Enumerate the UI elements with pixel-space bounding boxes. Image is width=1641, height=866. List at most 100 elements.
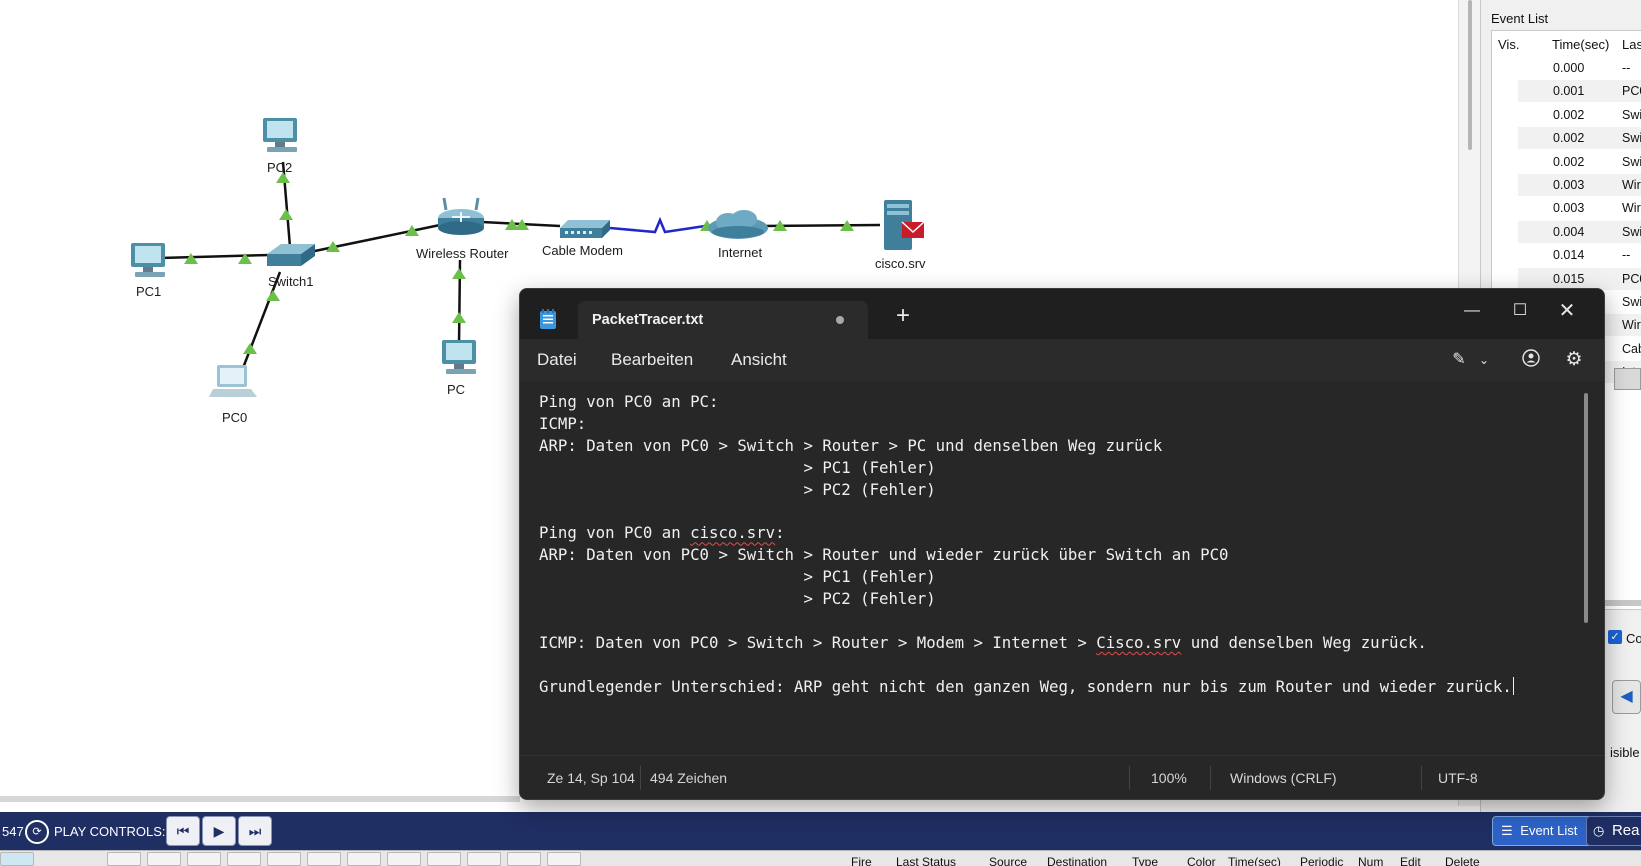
pdu-column-header[interactable]: Color — [1187, 855, 1216, 866]
pdu-column-header[interactable]: Source — [989, 855, 1027, 866]
play-button[interactable]: ▶ — [202, 816, 236, 846]
pc1-device-icon — [131, 243, 165, 277]
event-time: 0.015 — [1553, 271, 1585, 286]
device-category-icon[interactable] — [0, 852, 34, 866]
event-time: 0.000 — [1553, 61, 1585, 75]
event-list-title: Event List — [1491, 11, 1549, 26]
encoding[interactable]: UTF-8 — [1438, 770, 1478, 786]
event-time: 0.003 — [1553, 201, 1585, 216]
new-tab-plus-icon[interactable]: + — [896, 304, 910, 328]
account-icon[interactable] — [1517, 347, 1545, 373]
connection-tool-serial-dce[interactable] — [387, 852, 421, 866]
pdu-column-header[interactable]: Periodic — [1300, 855, 1343, 866]
settings-gear-icon[interactable]: ⚙ — [1560, 347, 1588, 373]
internet-label: Internet — [718, 245, 763, 260]
event-list-scrollbar[interactable] — [1599, 600, 1641, 606]
zoom-level[interactable]: 100% — [1151, 770, 1187, 786]
event-last-device: -- — [1622, 61, 1631, 75]
spellcheck-word-cisco-srv-2[interactable]: Cisco.srv — [1096, 633, 1181, 652]
editor-content[interactable]: Ping von PC0 an PC: ICMP: ARP: Daten von… — [539, 391, 1514, 698]
connection-tool-console[interactable] — [147, 852, 181, 866]
connection-tool-usb[interactable] — [547, 852, 581, 866]
event-row[interactable]: 0.000 -- — [1518, 57, 1641, 79]
connection-tool-serial-dte[interactable] — [427, 852, 461, 866]
text-line-14: Grundlegender Unterschied: ARP geht nich… — [539, 676, 1512, 696]
text-line-9: > PC1 (Fehler) — [539, 567, 936, 587]
text-line-12c: und denselben Weg zurück. — [1181, 632, 1427, 652]
connection-tool-straight[interactable] — [187, 852, 221, 866]
text-line-3: ARP: Daten von PC0 > Switch > Router > P… — [539, 435, 1163, 455]
event-last-device: Wir — [1622, 178, 1641, 192]
pdu-column-header[interactable]: Type — [1132, 855, 1158, 866]
connection-tool-fiber[interactable] — [267, 852, 301, 866]
cable-modem-label: Cable Modem — [542, 243, 623, 258]
maximize-icon[interactable]: ☐ — [1505, 299, 1535, 323]
connection-tool-octal[interactable] — [467, 852, 501, 866]
connection-tool-cross[interactable] — [227, 852, 261, 866]
constant-delay-label: Co — [1626, 631, 1641, 646]
unsaved-indicator-icon[interactable] — [836, 316, 844, 324]
notepad-titlebar[interactable]: PacketTracer.txt + — ☐ ✕ — [520, 289, 1604, 339]
event-row[interactable]: 0.003 Wir — [1518, 174, 1641, 196]
event-selected-row-marker[interactable] — [1614, 368, 1641, 390]
text-line-7c: : — [775, 523, 785, 543]
line-ending[interactable]: Windows (CRLF) — [1230, 770, 1337, 786]
spellcheck-word-cisco-srv[interactable]: cisco.srv — [690, 523, 775, 542]
workspace-scroll-thumb[interactable] — [1468, 0, 1472, 150]
constant-delay-checkbox[interactable]: ✓ — [1608, 630, 1622, 644]
chevron-down-icon[interactable]: ⌄ — [1473, 347, 1495, 373]
realtime-button-label: Rea — [1611, 822, 1640, 839]
event-row[interactable]: 0.014 -- — [1518, 244, 1641, 266]
notepad-statusbar: Ze 14, Sp 104 494 Zeichen 100% Windows (… — [520, 755, 1604, 799]
pdu-column-header[interactable]: Destination — [1047, 855, 1107, 866]
connection-tool-phone[interactable] — [307, 852, 341, 866]
menu-datei[interactable]: Datei — [537, 350, 577, 370]
pc-device-icon — [442, 340, 476, 374]
realtime-mode-button[interactable]: ◷ Rea — [1586, 816, 1641, 846]
pdu-column-header[interactable]: Edit — [1400, 855, 1421, 866]
play-controls-label: PLAY CONTROLS: — [54, 824, 166, 839]
text-editor[interactable]: Ping von PC0 an PC: ICMP: ARP: Daten von… — [520, 381, 1604, 755]
pdu-column-header[interactable]: Fire — [851, 855, 872, 866]
event-row[interactable]: 0.001 PC0 — [1518, 80, 1641, 103]
event-column-vis[interactable]: Vis. — [1498, 37, 1519, 52]
event-time: 0.003 — [1553, 178, 1585, 192]
notepad-tab[interactable]: PacketTracer.txt — [578, 301, 868, 339]
pc2-label: PC2 — [267, 160, 293, 175]
workspace-horizontal-scrollbar[interactable] — [0, 796, 520, 802]
pc0-device-icon — [209, 365, 257, 397]
pc2-device-icon — [263, 118, 297, 152]
event-row[interactable]: 0.002 Swi — [1518, 127, 1641, 150]
event-column-time[interactable]: Time(sec) — [1552, 37, 1609, 52]
switch1-device-icon — [267, 244, 315, 266]
back-step-button[interactable]: ◀ — [1612, 680, 1641, 714]
event-row[interactable]: 0.003 Wir — [1518, 197, 1641, 219]
close-icon[interactable]: ✕ — [1552, 299, 1582, 323]
connection-tool-coax[interactable] — [347, 852, 381, 866]
status-separator — [1210, 766, 1211, 790]
event-row[interactable]: 0.015 PC0 — [1518, 267, 1641, 290]
pdu-column-header[interactable]: Num — [1358, 855, 1383, 866]
pc0-label: PC0 — [222, 410, 248, 425]
editor-scrollbar[interactable] — [1584, 393, 1588, 623]
step-back-button[interactable]: ⏮ — [166, 816, 200, 846]
step-forward-button[interactable]: ⏭ — [238, 816, 272, 846]
notepad-menubar: Datei Bearbeiten Ansicht ✎ ⌄ ⚙ — [520, 339, 1604, 381]
internet-cloud-icon — [708, 210, 768, 239]
status-separator — [1421, 766, 1422, 790]
menu-ansicht[interactable]: Ansicht — [731, 350, 787, 370]
menu-bearbeiten[interactable]: Bearbeiten — [611, 350, 693, 370]
event-row[interactable]: 0.002 Swi — [1518, 151, 1641, 173]
minimize-icon[interactable]: — — [1457, 299, 1487, 323]
event-row[interactable]: 0.002 Swi — [1518, 104, 1641, 126]
pdu-column-header[interactable]: Delete — [1445, 855, 1480, 866]
connection-tool-auto[interactable] — [107, 852, 141, 866]
pdu-column-header[interactable]: Last Status — [896, 855, 956, 866]
list-icon: ☰ — [1501, 823, 1513, 838]
pdu-column-header[interactable]: Time(sec) — [1228, 855, 1281, 866]
event-column-last[interactable]: Las — [1622, 37, 1641, 52]
timer-icon[interactable]: ⟳ — [25, 820, 49, 844]
connection-tool-iot[interactable] — [507, 852, 541, 866]
event-row[interactable]: 0.004 Swi — [1518, 220, 1641, 243]
copilot-rewrite-icon[interactable]: ✎ — [1445, 347, 1473, 373]
